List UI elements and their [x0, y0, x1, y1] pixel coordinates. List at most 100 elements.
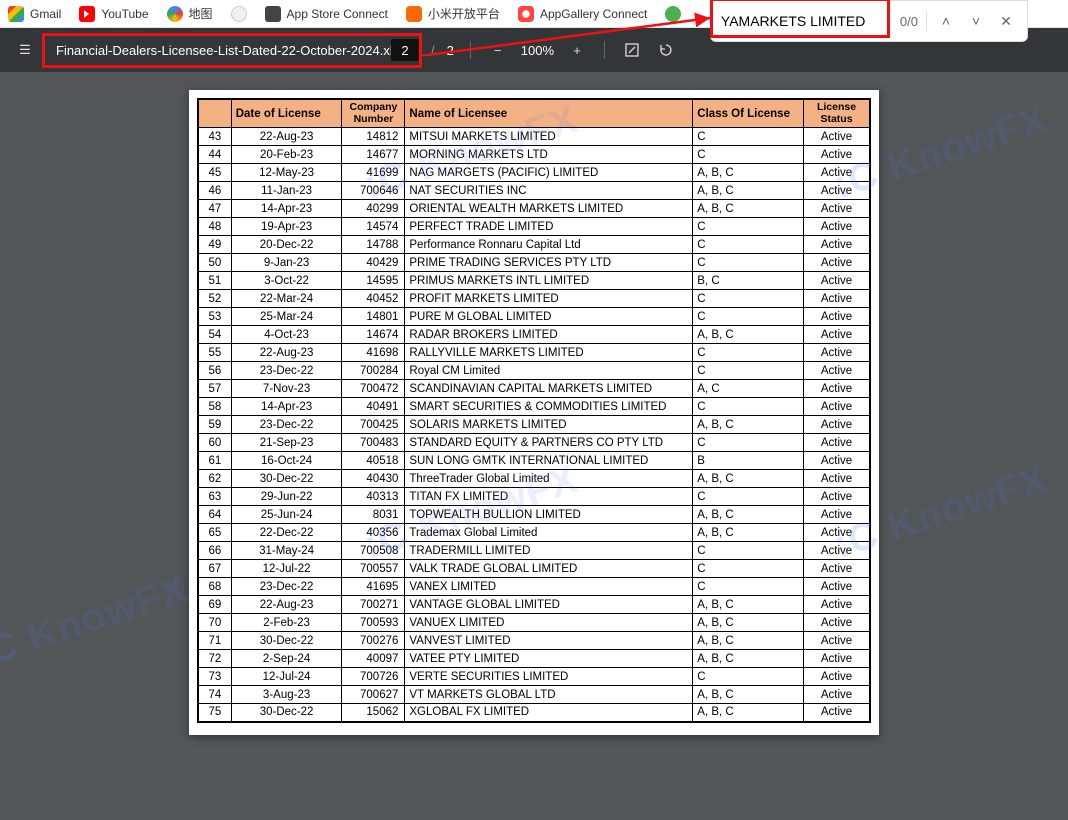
cell-date: 11-Jan-23	[231, 182, 342, 200]
cell-name: PRIME TRADING SERVICES PTY LTD	[405, 254, 693, 272]
cell-name: VANEX LIMITED	[405, 578, 693, 596]
bookmark-youtube[interactable]: YouTube	[79, 6, 148, 22]
document-viewport[interactable]: Date of License Company Number Name of L…	[0, 72, 1068, 820]
cell-idx: 52	[198, 290, 231, 308]
cell-class: A, B, C	[693, 596, 804, 614]
cell-class: A, B, C	[693, 650, 804, 668]
cell-status: Active	[804, 596, 870, 614]
cell-status: Active	[804, 524, 870, 542]
bookmark-label: App Store Connect	[287, 7, 388, 21]
cell-name: Royal CM Limited	[405, 362, 693, 380]
bookmark-appstore[interactable]: App Store Connect	[265, 6, 388, 22]
cell-company: 14595	[342, 272, 405, 290]
table-row: 6712-Jul-22700557VALK TRADE GLOBAL LIMIT…	[198, 560, 870, 578]
cell-status: Active	[804, 344, 870, 362]
cell-company: 8031	[342, 506, 405, 524]
table-row: 5325-Mar-2414801PURE M GLOBAL LIMITEDCAc…	[198, 308, 870, 326]
cell-class: A, B, C	[693, 200, 804, 218]
cell-company: 40097	[342, 650, 405, 668]
bookmark-maps[interactable]: 地图	[167, 5, 213, 22]
cell-date: 12-Jul-24	[231, 668, 342, 686]
cell-class: A, B, C	[693, 416, 804, 434]
cell-date: 3-Oct-22	[231, 272, 342, 290]
cell-class: C	[693, 560, 804, 578]
cell-date: 22-Aug-23	[231, 596, 342, 614]
cell-company: 700425	[342, 416, 405, 434]
table-row: 6522-Dec-2240356Trademax Global LimitedA…	[198, 524, 870, 542]
cell-class: C	[693, 668, 804, 686]
table-row: 5814-Apr-2340491SMART SECURITIES & COMMO…	[198, 398, 870, 416]
cell-date: 30-Dec-22	[231, 470, 342, 488]
cell-status: Active	[804, 164, 870, 182]
table-row: 544-Oct-2314674RADAR BROKERS LIMITEDA, B…	[198, 326, 870, 344]
page-number-input[interactable]	[391, 39, 419, 61]
cell-company: 700472	[342, 380, 405, 398]
bookmark-blank[interactable]	[231, 6, 247, 22]
find-close-button[interactable]: ✕	[995, 10, 1017, 32]
table-row: 743-Aug-23700627VT MARKETS GLOBAL LTDA, …	[198, 686, 870, 704]
cell-idx: 45	[198, 164, 231, 182]
cell-class: A, B, C	[693, 686, 804, 704]
cell-company: 14574	[342, 218, 405, 236]
cell-idx: 60	[198, 434, 231, 452]
cell-company: 41698	[342, 344, 405, 362]
cell-status: Active	[804, 272, 870, 290]
cell-company: 700483	[342, 434, 405, 452]
cell-date: 9-Jan-23	[231, 254, 342, 272]
cell-idx: 44	[198, 146, 231, 164]
menu-icon[interactable]: ☰	[14, 39, 36, 61]
cell-idx: 70	[198, 614, 231, 632]
cell-date: 21-Sep-23	[231, 434, 342, 452]
apple-icon	[265, 6, 281, 22]
cell-idx: 69	[198, 596, 231, 614]
cell-date: 29-Jun-22	[231, 488, 342, 506]
th-status: License Status	[804, 99, 870, 128]
cell-name: VATEE PTY LIMITED	[405, 650, 693, 668]
cell-name: PERFECT TRADE LIMITED	[405, 218, 693, 236]
cell-status: Active	[804, 362, 870, 380]
cell-status: Active	[804, 380, 870, 398]
cell-class: A, B, C	[693, 182, 804, 200]
cell-date: 12-May-23	[231, 164, 342, 182]
cell-name: Trademax Global Limited	[405, 524, 693, 542]
table-row: 5923-Dec-22700425SOLARIS MARKETS LIMITED…	[198, 416, 870, 434]
cell-name: VANVEST LIMITED	[405, 632, 693, 650]
cell-company: 40299	[342, 200, 405, 218]
cell-company: 40429	[342, 254, 405, 272]
cell-class: C	[693, 236, 804, 254]
table-row: 577-Nov-23700472SCANDINAVIAN CAPITAL MAR…	[198, 380, 870, 398]
cell-idx: 57	[198, 380, 231, 398]
cell-date: 2-Sep-24	[231, 650, 342, 668]
cell-status: Active	[804, 254, 870, 272]
cell-class: A, B, C	[693, 614, 804, 632]
cell-date: 30-Dec-22	[231, 632, 342, 650]
cell-idx: 74	[198, 686, 231, 704]
table-row: 4420-Feb-2314677MORNING MARKETS LTDCActi…	[198, 146, 870, 164]
cell-company: 700276	[342, 632, 405, 650]
license-table: Date of License Company Number Name of L…	[197, 98, 871, 723]
gmail-icon	[8, 6, 24, 22]
cell-class: C	[693, 434, 804, 452]
cell-idx: 73	[198, 668, 231, 686]
cell-class: C	[693, 254, 804, 272]
cell-idx: 55	[198, 344, 231, 362]
cell-name: NAG MARGETS (PACIFIC) LIMITED	[405, 164, 693, 182]
cell-idx: 58	[198, 398, 231, 416]
find-next-button[interactable]: ˅	[965, 10, 987, 32]
bookmark-label: YouTube	[101, 7, 148, 21]
cell-name: STANDARD EQUITY & PARTNERS CO PTY LTD	[405, 434, 693, 452]
cell-date: 2-Feb-23	[231, 614, 342, 632]
cell-status: Active	[804, 668, 870, 686]
cell-idx: 62	[198, 470, 231, 488]
cell-idx: 56	[198, 362, 231, 380]
cell-company: 15062	[342, 704, 405, 722]
maps-icon	[167, 6, 183, 22]
cell-date: 4-Oct-23	[231, 326, 342, 344]
cell-class: C	[693, 146, 804, 164]
table-row: 4322-Aug-2314812MITSUI MARKETS LIMITEDCA…	[198, 128, 870, 146]
table-row: 7130-Dec-22700276VANVEST LIMITEDA, B, CA…	[198, 632, 870, 650]
bookmark-gmail[interactable]: Gmail	[8, 6, 61, 22]
cell-class: A, B, C	[693, 704, 804, 722]
cell-name: SOLARIS MARKETS LIMITED	[405, 416, 693, 434]
find-prev-button[interactable]: ˄	[935, 10, 957, 32]
